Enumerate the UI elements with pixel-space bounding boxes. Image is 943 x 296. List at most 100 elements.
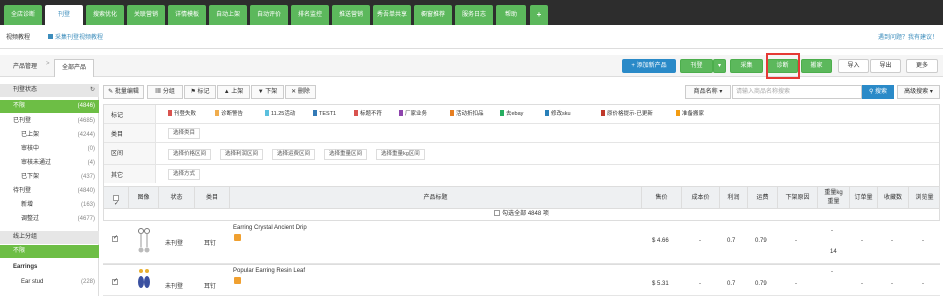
profit-range-option[interactable]: 选择利润区间: [220, 149, 264, 160]
tag-filter-item[interactable]: 标题不符: [354, 109, 382, 120]
tag-filter-item[interactable]: 修改sku: [545, 109, 571, 120]
edit-icon[interactable]: [234, 277, 241, 284]
row-title[interactable]: Earring Crystal Ancient Drip: [233, 225, 307, 231]
breadcrumb-current[interactable]: 全部产品: [54, 59, 94, 77]
publish-dropdown-button[interactable]: ▾: [713, 59, 726, 73]
search-input[interactable]: 请输入商品名称搜索: [732, 85, 862, 99]
sidebar-item-reviewing[interactable]: 审核中 (0): [0, 143, 99, 156]
filter-label-range: 区间: [104, 143, 156, 164]
tab-auto-review[interactable]: 自动评价: [250, 5, 288, 25]
tag-filter-item[interactable]: 准备搬家: [676, 109, 704, 120]
row-checkbox[interactable]: [112, 234, 118, 242]
sidebar-item-earrings[interactable]: Earrings: [0, 261, 99, 274]
batch-edit-button[interactable]: ✎ 批量编辑: [103, 85, 144, 99]
tag-filter-item[interactable]: 去ebay: [500, 109, 523, 120]
feedback-link[interactable]: 遇到问题？我有建议！: [878, 32, 938, 41]
flag-icon: [601, 110, 605, 116]
header-delist-reason: 下架原因: [778, 187, 818, 209]
import-button[interactable]: 导入: [838, 59, 869, 73]
relocate-button[interactable]: 搬家: [801, 59, 832, 73]
header-checkbox[interactable]: [104, 187, 129, 215]
flag-icon: [399, 110, 403, 116]
tab-detail-template[interactable]: 详情模板: [168, 5, 206, 25]
tab-help[interactable]: 帮助: [496, 5, 526, 25]
select-method-option[interactable]: 选择方式: [168, 169, 201, 180]
collect-button[interactable]: 采集: [730, 59, 763, 73]
product-image[interactable]: [137, 268, 151, 294]
tab-rank-monitor[interactable]: 排名监控: [291, 5, 329, 25]
list-up-button[interactable]: ▲ 上架: [217, 85, 250, 99]
tab-related-marketing[interactable]: 关联营销: [127, 5, 165, 25]
advanced-search-button[interactable]: 高级搜索 ▾: [897, 85, 940, 99]
sidebar-item-published[interactable]: 已刊登 (4685): [0, 115, 99, 128]
tab-share[interactable]: 秀吾单共享: [373, 5, 411, 25]
tab-window-recommend[interactable]: 橱窗推荐: [414, 5, 452, 25]
row-weight: -: [831, 269, 833, 275]
more-button[interactable]: 更多: [906, 59, 938, 73]
header-image: 图像: [129, 187, 159, 209]
sidebar-item-adjusted[interactable]: 调整过 (4677): [0, 213, 99, 226]
sidebar-item-pending[interactable]: 待刊登 (4840): [0, 185, 99, 198]
row-profit: 0.7: [727, 281, 736, 287]
row-orders: -: [861, 281, 863, 287]
row-title[interactable]: Popular Earring Resin Leaf: [233, 268, 305, 274]
tag-filter-item[interactable]: 11.25活动: [265, 109, 295, 120]
tab-service-log[interactable]: 服务日志: [455, 5, 493, 25]
select-category-option[interactable]: 选择类目: [168, 128, 201, 139]
search-button[interactable]: ⚲ 搜索: [862, 85, 894, 99]
tab-push-marketing[interactable]: 推送营销: [332, 5, 370, 25]
sidebar-item-delisted[interactable]: 已下架 (437): [0, 171, 99, 184]
header-favorites: 收藏数: [878, 187, 909, 209]
row-price: $ 4.66: [652, 238, 669, 244]
tag-filter-item[interactable]: 厂家业务: [399, 109, 427, 120]
sidebar-item-listed[interactable]: 已上架 (4244): [0, 129, 99, 142]
sidebar-item-group-all[interactable]: 不限: [0, 245, 99, 258]
product-image[interactable]: [137, 227, 151, 257]
select-all-row[interactable]: 勾选全部 4848 项: [103, 209, 940, 221]
flag-icon: [500, 110, 504, 116]
table-row[interactable]: 未刊登 耳钉 Earring Crystal Ancient Drip $ 4.…: [103, 221, 940, 264]
add-tab-button[interactable]: +: [530, 5, 548, 25]
tab-auto-listing[interactable]: 自动上架: [209, 5, 247, 25]
sidebar-item-ear-stud[interactable]: Ear stud (228): [0, 276, 99, 289]
row-cost: -: [699, 238, 701, 244]
table-row[interactable]: 未刊登 耳钉 Popular Earring Resin Leaf $ 5.31…: [103, 265, 940, 296]
sidebar-header-online-group: 线上分组: [0, 231, 99, 244]
filter-row-category: 类目 选择类目: [104, 124, 939, 143]
tag-filter-item[interactable]: 原价格提示-已更新: [601, 109, 653, 120]
row-checkbox[interactable]: [112, 277, 118, 285]
delete-button[interactable]: ✕ 删除: [285, 85, 316, 99]
tag-filter-item[interactable]: 刊登失败: [168, 109, 196, 120]
tag-filter-label: 11.25活动: [271, 111, 296, 117]
add-product-button[interactable]: + 添加新产品: [622, 59, 676, 73]
tab-publish[interactable]: 刊登: [45, 5, 83, 25]
export-button[interactable]: 导出: [870, 59, 901, 73]
publish-button[interactable]: 刊登: [680, 59, 713, 73]
video-tutorial-link[interactable]: 采集刊登视频教程: [55, 32, 103, 41]
edit-icon[interactable]: [234, 234, 241, 241]
tab-search-optimize[interactable]: 搜索优化: [86, 5, 124, 25]
tab-full-diagnosis[interactable]: 全店诊断: [4, 5, 42, 25]
price-range-option[interactable]: 选择价格区间: [168, 149, 212, 160]
sidebar-item-new[interactable]: 新增 (163): [0, 199, 99, 212]
flag-icon: [354, 110, 358, 116]
sidebar-item-all[interactable]: 不限 (4846): [0, 100, 99, 113]
header-title: 产品标题: [230, 187, 642, 209]
breadcrumb-root[interactable]: 产品管理: [13, 61, 37, 70]
flag-icon: [265, 110, 269, 116]
search-scope-select[interactable]: 商品名称 ▾: [685, 85, 731, 99]
weight-kg-range-option[interactable]: 选择重量kg区间: [376, 149, 425, 160]
freight-range-option[interactable]: 选择运费区间: [272, 149, 316, 160]
row-orders: -: [861, 238, 863, 244]
tag-filter-item[interactable]: 诊断警告: [215, 109, 243, 120]
list-down-button[interactable]: ▼ 下架: [251, 85, 284, 99]
tag-button[interactable]: ⚑ 标记: [184, 85, 216, 99]
group-button[interactable]: ▦ 分组: [147, 85, 183, 99]
header-freight: 运费: [748, 187, 778, 209]
weight-range-option[interactable]: 选择重量区间: [324, 149, 368, 160]
row-freight: 0.79: [755, 281, 767, 287]
tag-filter-item[interactable]: TEST1: [313, 109, 336, 120]
tag-filter-item[interactable]: 活动折扣品: [450, 109, 484, 120]
sidebar-item-rejected[interactable]: 审核未通过 (4): [0, 157, 99, 170]
flag-icon: [545, 110, 549, 116]
